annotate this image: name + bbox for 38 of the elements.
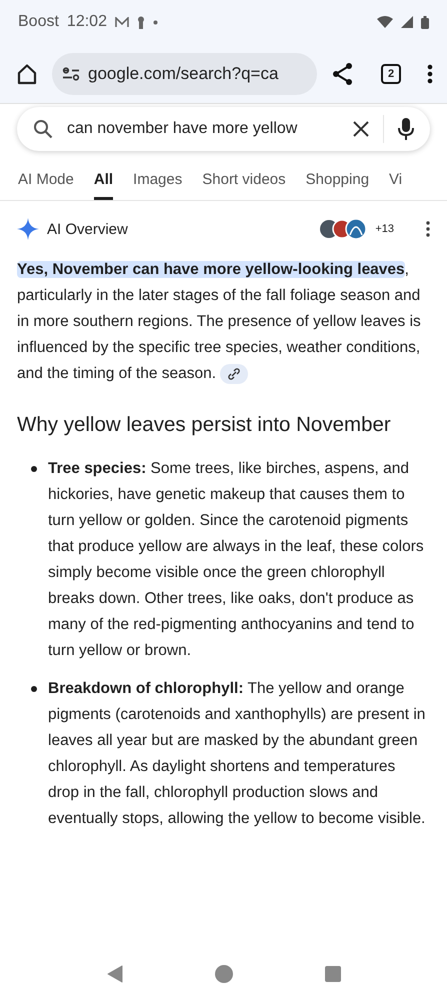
bullet-text: Tree species: Some trees, like birches, aspens, and hickories, have genetic makeup that causes them to turn yellow or golden. Since the carotenoid pigments that produce yellow are always in the leaf, these colors simply become visible once the green chlorophyll breaks down. Other trees, like oaks, don't produce as many of the red-pigmenting anthocyanins and tend to turn yellow or brown. xyxy=(48,459,425,661)
search-tab[interactable]: AI Mode xyxy=(18,165,74,200)
keyhole-icon xyxy=(136,16,145,28)
overview-title: AI Overview xyxy=(47,220,128,238)
recents-icon[interactable] xyxy=(325,966,342,982)
overview-paragraph: Yes, November can have more yellow-looking leaves, particularly in the later stages of the fall foliage season and in more southern regions. The presence of yellow leaves is influenced by the specific tree species, weather conditions, and the timing of the season. xyxy=(17,260,422,386)
link-icon[interactable] xyxy=(220,364,248,384)
search-tab[interactable]: Images xyxy=(133,165,182,200)
carrier-label: Boost xyxy=(18,13,59,31)
bullet-text: Breakdown of chlorophyll: The yellow and orange pigments (carotenoids and xanthophylls) are present in leaves all year but are masked by the abundant green chlorophyll. As daylight shortens and temperatures drop in the fall, chlorophyll production slows and eventually stops, allowing the yellow to become visible. xyxy=(48,679,426,829)
source-count[interactable]: +13 xyxy=(375,223,394,235)
more-icon[interactable] xyxy=(427,64,433,84)
bullet-icon xyxy=(31,466,37,472)
dot-icon xyxy=(152,20,158,24)
clock: 12:02 xyxy=(66,13,107,31)
sparkle-icon xyxy=(17,218,39,240)
microphone-icon[interactable] xyxy=(398,117,414,141)
search-field[interactable]: can november have more yellow xyxy=(17,107,430,151)
share-icon[interactable] xyxy=(331,62,355,86)
bullet-icon xyxy=(31,686,37,692)
back-icon[interactable] xyxy=(106,965,124,983)
more-icon[interactable] xyxy=(426,221,430,237)
search-tab[interactable]: Shopping xyxy=(306,165,370,200)
wifi-icon xyxy=(377,16,393,28)
section-heading: Why yellow leaves persist into November xyxy=(17,412,392,438)
search-tab[interactable]: Vi xyxy=(389,165,402,200)
home-icon[interactable] xyxy=(16,62,38,84)
mail-icon xyxy=(114,16,129,28)
search-tab[interactable]: All xyxy=(94,165,114,200)
signal-icon xyxy=(401,16,413,28)
tune-icon[interactable] xyxy=(62,66,80,80)
battery-icon xyxy=(421,16,429,28)
close-icon[interactable] xyxy=(353,121,369,137)
source-icons[interactable] xyxy=(319,217,368,241)
search-tab[interactable]: Short videos xyxy=(202,165,286,200)
search-icon xyxy=(33,119,53,139)
tab-count-button[interactable]: 2 xyxy=(381,64,401,84)
address-bar[interactable]: google.com/search?q=ca xyxy=(52,52,317,94)
